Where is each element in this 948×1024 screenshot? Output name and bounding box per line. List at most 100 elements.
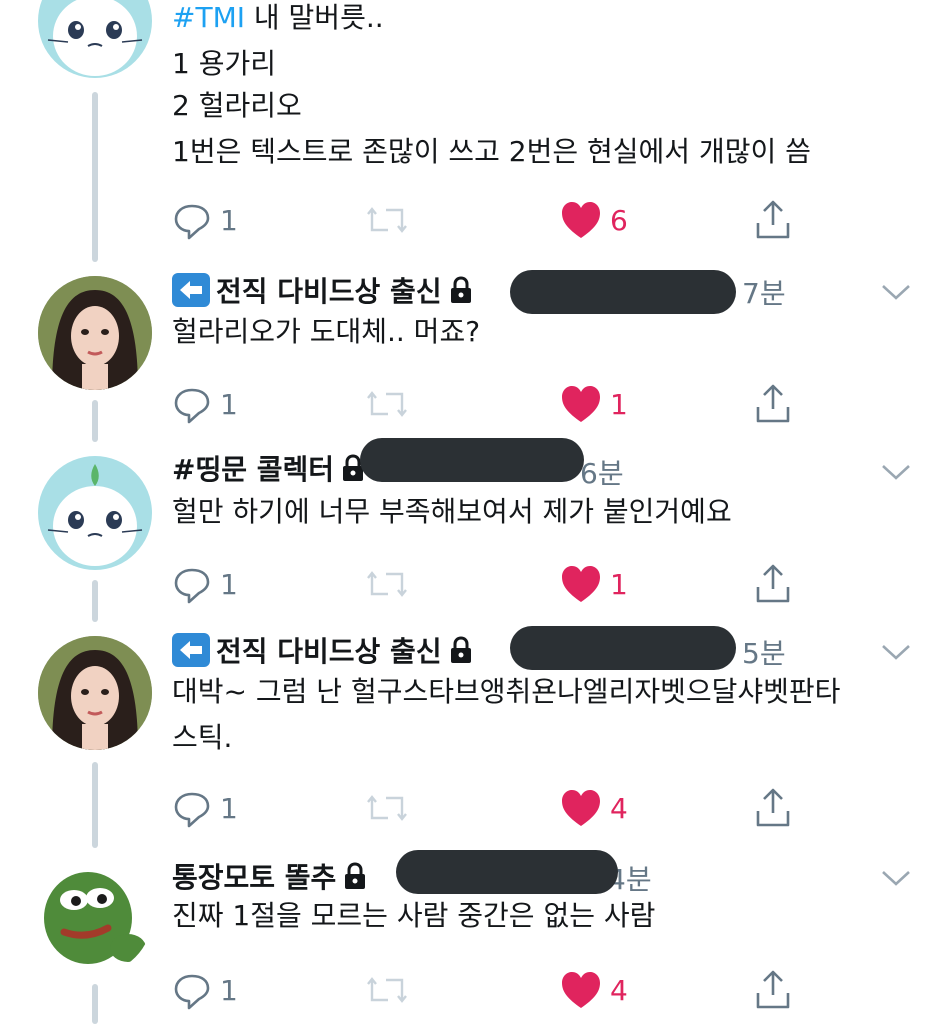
redacted-handle <box>360 438 584 482</box>
timestamp[interactable]: 5분 <box>742 632 786 672</box>
thread-line <box>92 984 98 1024</box>
reply-count: 1 <box>220 203 238 237</box>
timestamp[interactable]: 6분 <box>580 452 624 492</box>
reply-count: 1 <box>220 791 238 825</box>
share-icon <box>756 200 790 239</box>
retweet-button[interactable] <box>364 382 410 426</box>
tweet-actions: 1 4 <box>172 786 812 830</box>
reply-button[interactable]: 1 <box>172 968 238 1012</box>
avatar[interactable] <box>38 0 152 78</box>
like-button[interactable]: 1 <box>560 562 628 606</box>
like-count: 4 <box>610 973 628 1007</box>
avatar[interactable] <box>38 636 152 750</box>
reply-count: 1 <box>220 973 238 1007</box>
share-icon <box>756 384 790 423</box>
reply-icon <box>174 974 210 1010</box>
chevron-down-icon[interactable] <box>880 642 912 662</box>
display-name[interactable]: 전직 다비드상 출신 <box>172 630 474 670</box>
chevron-down-icon[interactable] <box>880 462 912 482</box>
share-icon <box>756 970 790 1009</box>
redacted-handle <box>510 626 736 670</box>
like-count: 6 <box>610 203 628 237</box>
share-button[interactable] <box>752 198 794 242</box>
back-arrow-emoji <box>172 633 210 667</box>
avatar[interactable] <box>38 860 152 974</box>
reply-icon <box>174 204 210 240</box>
redacted-handle <box>396 850 618 894</box>
tweet-text-line: 2 헐라리오 <box>172 89 302 122</box>
reply-button[interactable]: 1 <box>172 562 238 606</box>
retweet-button[interactable] <box>364 786 410 830</box>
thread-line <box>92 92 98 262</box>
tweet-text-line: 대박~ 그럼 난 헐구스타브앵취욘나엘리자벳으달샤벳판타 <box>172 675 841 708</box>
retweet-button[interactable] <box>364 562 410 606</box>
tweet-text: 헐만 하기에 너무 부족해보여서 제가 붙인거예요 <box>172 495 732 528</box>
like-button[interactable]: 4 <box>560 786 628 830</box>
retweet-button[interactable] <box>364 968 410 1012</box>
timestamp[interactable]: 7분 <box>742 272 786 312</box>
chevron-down-icon[interactable] <box>880 868 912 888</box>
reply-count: 1 <box>220 567 238 601</box>
like-count: 1 <box>610 567 628 601</box>
reply-icon <box>174 568 210 604</box>
tweet-text: #TMI 내 말버릇.. <box>172 0 384 40</box>
retweet-icon <box>367 977 407 1003</box>
like-count: 4 <box>610 791 628 825</box>
tweet-actions: 1 4 <box>172 968 812 1012</box>
retweet-icon <box>367 207 407 233</box>
heart-icon <box>562 386 600 422</box>
heart-icon <box>562 566 600 602</box>
tweet-actions: 1 1 <box>172 562 812 606</box>
back-arrow-emoji <box>172 273 210 307</box>
display-name[interactable]: #띵문 콜렉터 <box>172 448 366 488</box>
avatar[interactable] <box>38 456 152 570</box>
reply-button[interactable]: 1 <box>172 198 238 242</box>
thread-line <box>92 400 98 442</box>
share-icon <box>756 564 790 603</box>
like-button[interactable]: 1 <box>560 382 628 426</box>
tweet-text-line: 내 말버릇.. <box>244 1 384 34</box>
like-button[interactable]: 4 <box>560 968 628 1012</box>
share-icon <box>756 788 790 827</box>
tweet-actions: 1 6 <box>172 198 812 242</box>
display-name-text: 전직 다비드상 출신 <box>216 635 442 668</box>
lock-icon <box>345 862 366 889</box>
lock-icon <box>450 636 471 663</box>
share-button[interactable] <box>752 786 794 830</box>
reply-icon <box>174 388 210 424</box>
heart-icon <box>562 202 600 238</box>
share-button[interactable] <box>752 382 794 426</box>
display-name[interactable]: 통장모토 똘추 <box>172 856 368 896</box>
thread-line <box>92 762 98 848</box>
heart-icon <box>562 972 600 1008</box>
retweet-button[interactable] <box>364 198 410 242</box>
share-button[interactable] <box>752 562 794 606</box>
thread-line <box>92 580 98 622</box>
tweet-actions: 1 1 <box>172 382 812 426</box>
hashtag-link[interactable]: #TMI <box>172 1 245 34</box>
like-button[interactable]: 6 <box>560 198 628 242</box>
tweet-text: 헐라리오가 도대체.. 머죠? <box>172 315 481 348</box>
share-button[interactable] <box>752 968 794 1012</box>
avatar[interactable] <box>38 276 152 390</box>
display-name-text: #띵문 콜렉터 <box>172 453 335 486</box>
display-name-text: 전직 다비드상 출신 <box>216 275 442 308</box>
tweet-text-line: 스틱. <box>172 721 233 754</box>
retweet-icon <box>367 571 407 597</box>
display-name[interactable]: 전직 다비드상 출신 <box>172 270 474 310</box>
chevron-down-icon[interactable] <box>880 282 912 302</box>
reply-button[interactable]: 1 <box>172 786 238 830</box>
retweet-icon <box>367 391 407 417</box>
redacted-handle <box>510 270 736 314</box>
reply-button[interactable]: 1 <box>172 382 238 426</box>
reply-icon <box>174 792 210 828</box>
retweet-icon <box>367 795 407 821</box>
lock-icon <box>450 276 471 303</box>
tweet-text-line: 1번은 텍스트로 존많이 쓰고 2번은 현실에서 개많이 씀 <box>172 135 811 168</box>
heart-icon <box>562 790 600 826</box>
tweet-text: 진짜 1절을 모르는 사람 중간은 없는 사람 <box>172 899 656 932</box>
tweet-text-line: 1 용가리 <box>172 47 276 80</box>
display-name-text: 통장모토 똘추 <box>172 861 337 894</box>
like-count: 1 <box>610 387 628 421</box>
reply-count: 1 <box>220 387 238 421</box>
